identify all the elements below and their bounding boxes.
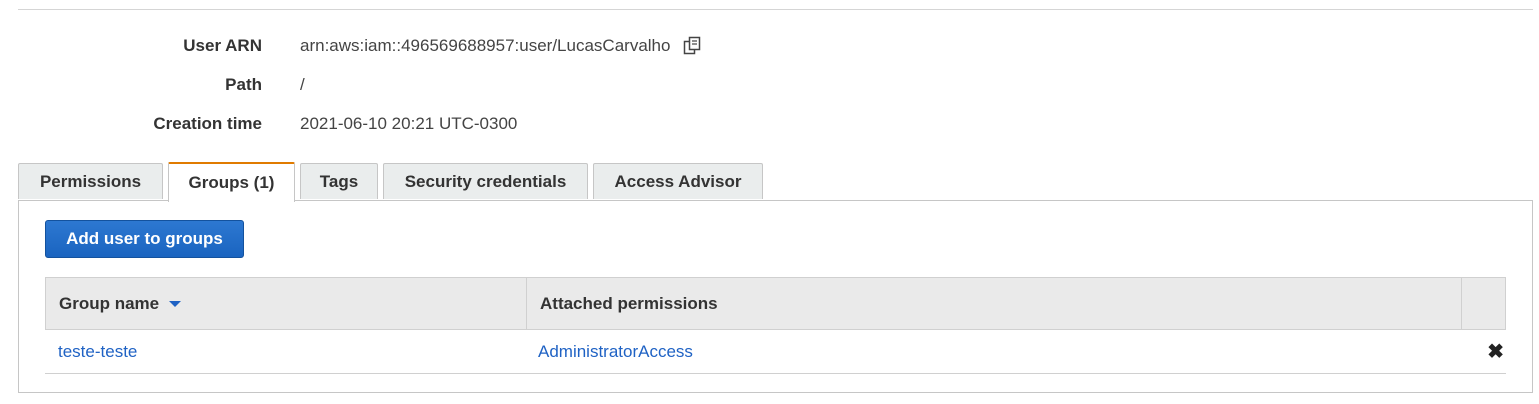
sort-descending-icon: [169, 300, 182, 307]
group-name-link[interactable]: teste-teste: [58, 342, 137, 362]
tab-tags[interactable]: Tags: [300, 163, 378, 199]
creation-time-label: Creation time: [153, 114, 262, 133]
tab-access-advisor[interactable]: Access Advisor: [593, 163, 763, 199]
table-header: Group name Attached permissions: [45, 277, 1506, 330]
column-header-actions: [1462, 278, 1505, 329]
top-divider: [18, 9, 1533, 10]
path-value: /: [300, 75, 305, 94]
user-arn-value: arn:aws:iam::496569688957:user/LucasCarv…: [300, 36, 671, 55]
user-arn-label: User ARN: [183, 36, 262, 55]
groups-table: Group name Attached permissions teste-te…: [45, 277, 1506, 374]
remove-icon[interactable]: ✖: [1487, 342, 1504, 362]
path-label: Path: [225, 75, 262, 94]
add-user-to-groups-button[interactable]: Add user to groups: [45, 220, 244, 258]
groups-panel: Add user to groups Group name Attached p…: [18, 200, 1533, 393]
column-header-attached-permissions: Attached permissions: [527, 278, 1462, 329]
user-arn-value-wrap: arn:aws:iam::496569688957:user/LucasCarv…: [300, 36, 702, 56]
tab-groups[interactable]: Groups (1): [168, 162, 295, 202]
attached-permissions-cell: AdministratorAccess: [538, 330, 693, 373]
group-name-cell: teste-teste: [58, 330, 137, 373]
tab-permissions[interactable]: Permissions: [18, 163, 163, 199]
copy-icon[interactable]: [682, 36, 702, 56]
table-row: teste-teste AdministratorAccess ✖: [45, 330, 1506, 374]
tab-security-credentials[interactable]: Security credentials: [383, 163, 588, 199]
column-header-group-name-label: Group name: [59, 293, 160, 313]
attached-permission-link[interactable]: AdministratorAccess: [538, 342, 693, 362]
creation-time-value: 2021-06-10 20:21 UTC-0300: [300, 114, 518, 133]
column-header-group-name[interactable]: Group name: [46, 278, 527, 329]
actions-cell: ✖: [1487, 330, 1504, 373]
